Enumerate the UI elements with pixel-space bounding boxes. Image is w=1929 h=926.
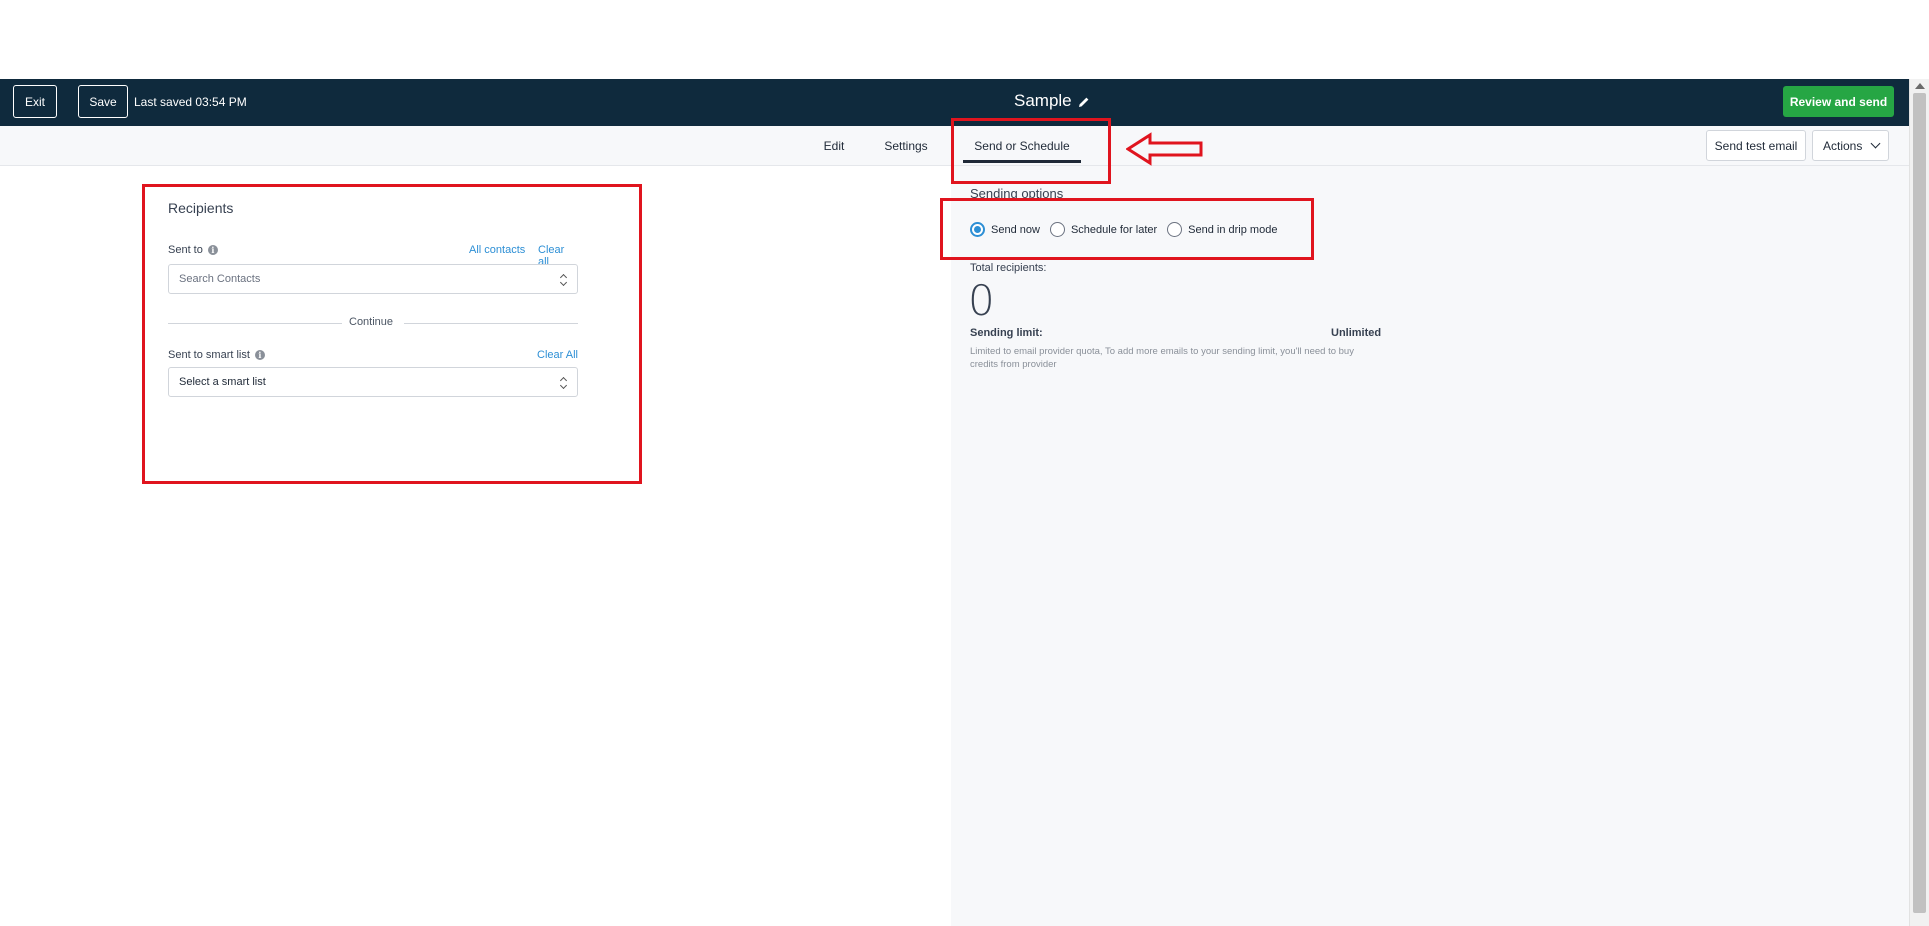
actions-label: Actions (1823, 138, 1863, 153)
pencil-icon[interactable] (1078, 95, 1090, 107)
page-title: Sample (1014, 91, 1072, 110)
chevron-down-icon (1870, 138, 1881, 149)
sending-limit-label: Sending limit: (970, 327, 1043, 339)
tab-edit[interactable]: Edit (814, 126, 854, 166)
total-recipients-value: 0 (968, 276, 995, 325)
send-test-email-button[interactable]: Send test email (1706, 130, 1806, 161)
review-and-send-button[interactable]: Review and send (1783, 86, 1894, 117)
sending-limit-note: Limited to email provider quota, To add … (970, 346, 1354, 370)
exit-button[interactable]: Exit (13, 85, 57, 118)
scrollbar[interactable] (1909, 79, 1929, 926)
save-button[interactable]: Save (78, 85, 128, 118)
annotation-box-send-tab (951, 118, 1111, 184)
annotation-arrow-icon (1126, 132, 1203, 166)
sending-limit-value: Unlimited (1331, 327, 1382, 339)
tab-settings[interactable]: Settings (882, 126, 930, 166)
campaign-title[interactable]: Sample (1014, 91, 1090, 111)
actions-dropdown[interactable]: Actions (1812, 130, 1889, 161)
annotation-box-sending-options (940, 198, 1314, 260)
scroll-up-icon[interactable] (1915, 83, 1925, 89)
scroll-thumb[interactable] (1913, 93, 1926, 913)
annotation-box-recipients (142, 184, 642, 484)
total-recipients-label: Total recipients: (970, 262, 1047, 274)
last-saved-text: Last saved 03:54 PM (134, 95, 247, 109)
sending-options-panel (951, 166, 1909, 926)
